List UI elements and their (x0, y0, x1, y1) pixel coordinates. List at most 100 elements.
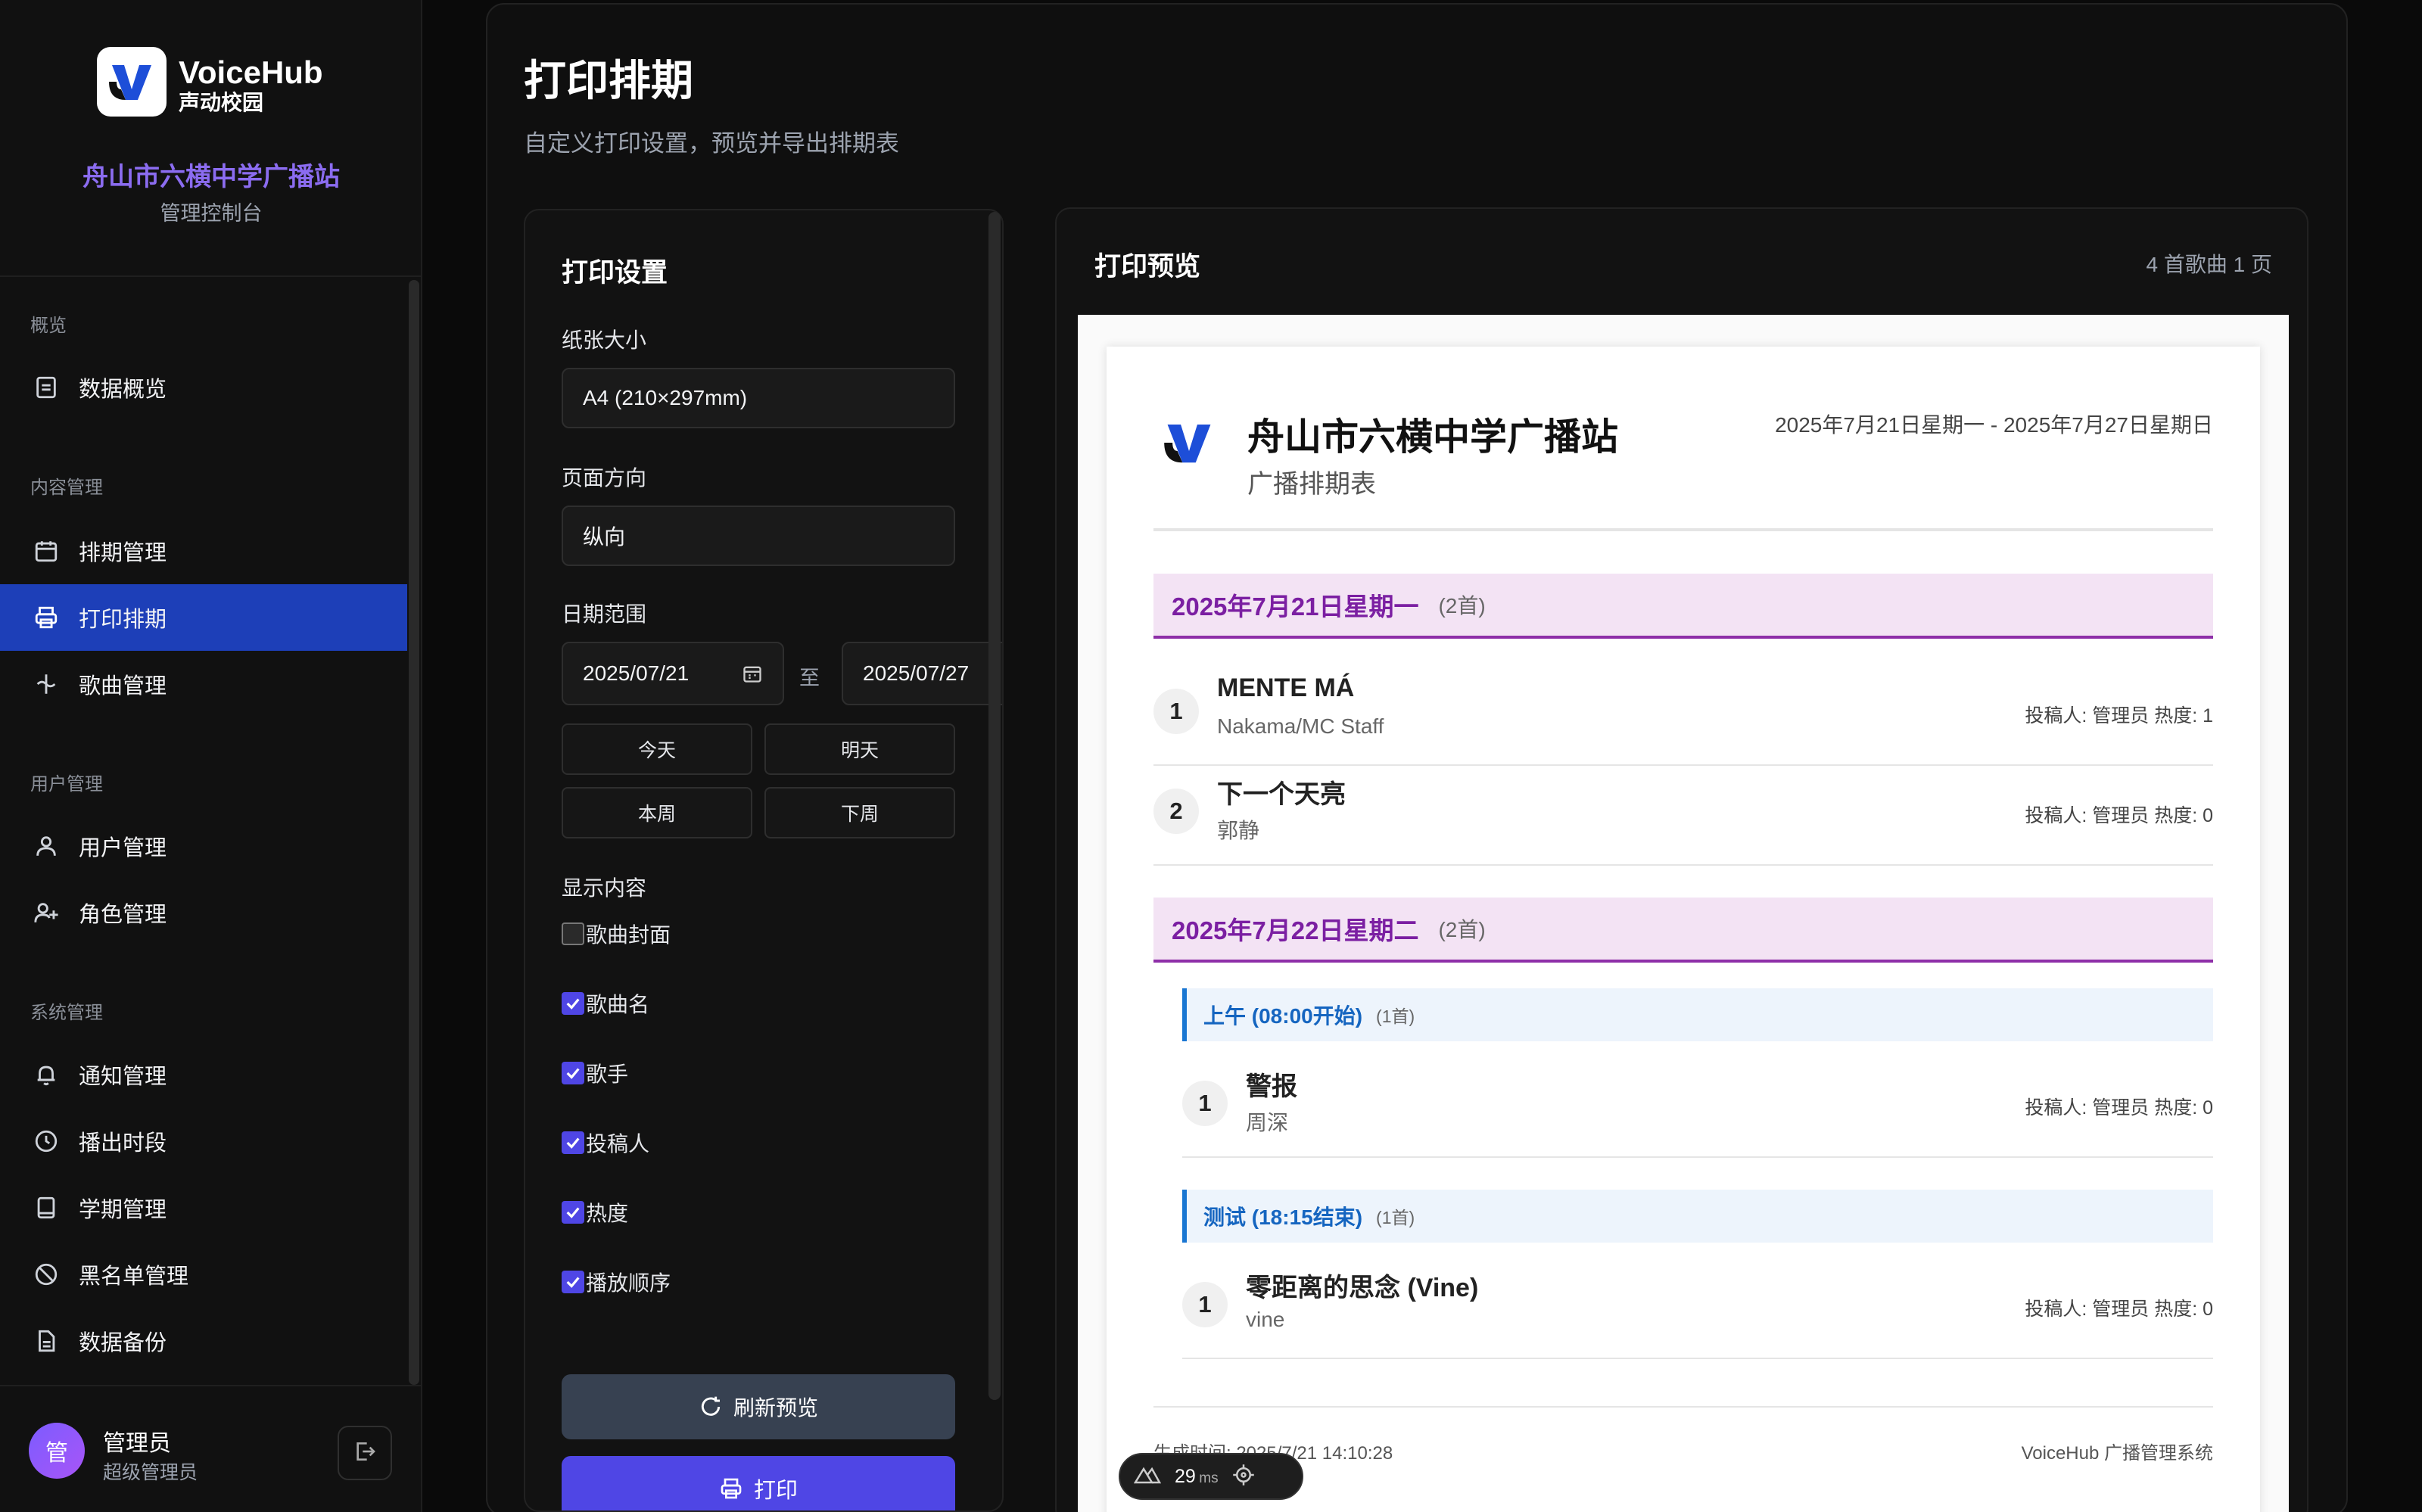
user-plus-icon (32, 898, 61, 927)
nav-label: 通知管理 (79, 1065, 167, 1089)
perf-badge[interactable]: 29 ms (1119, 1453, 1303, 1500)
print-paper: 舟山市六横中学广播站 广播排期表 2025年7月21日星期一 - 2025年7月… (1107, 347, 2260, 1512)
file-icon (32, 1327, 61, 1355)
calendar-icon[interactable] (742, 663, 763, 689)
logo (97, 47, 167, 117)
paper-logo-icon (1163, 416, 1216, 469)
option-label: 播放顺序 (586, 1271, 671, 1295)
option-artist[interactable]: 歌手 (562, 1058, 628, 1088)
nav-item-print[interactable]: 打印排期 (0, 584, 407, 651)
paper-size-select[interactable]: A4 (210×297mm) (562, 368, 955, 428)
crosshair-icon[interactable] (1232, 1464, 1255, 1490)
nav-label: 打印排期 (79, 608, 167, 632)
checkbox-checked[interactable] (562, 992, 584, 1015)
option-play-order[interactable]: 播放顺序 (562, 1267, 671, 1297)
printer-icon (719, 1476, 743, 1501)
song-meta: 投稿人: 管理员 热度: 0 (2025, 1299, 2213, 1320)
song-number: 1 (1182, 1282, 1228, 1327)
printer-icon (32, 603, 61, 632)
paper-subtitle: 广播排期表 (1247, 470, 1376, 499)
checkbox-checked[interactable] (562, 1062, 584, 1084)
sidebar-scrollbar[interactable] (409, 280, 419, 1385)
quick-next-week-button[interactable]: 下周 (764, 787, 955, 838)
timeslot-header: 测试 (18:15结束) (1首) (1182, 1190, 2213, 1243)
quick-this-week-button[interactable]: 本周 (562, 787, 752, 838)
song-artist: vine (1246, 1308, 1285, 1331)
song-title: 零距离的思念 (Vine) (1246, 1274, 1479, 1302)
brand-header: VoiceHub 声动校园 舟山市六横中学广播站 管理控制台 (0, 0, 421, 277)
day-date: 2025年7月22日星期二 (1172, 916, 1419, 944)
nav-section-overview: 概览 (30, 316, 67, 336)
checkbox-checked[interactable] (562, 1201, 584, 1224)
date-from-input[interactable]: 2025/07/21 (562, 642, 784, 705)
timeslot-header: 上午 (08:00开始) (1首) (1182, 988, 2213, 1041)
user-icon (32, 832, 61, 860)
nav-item-blacklist[interactable]: 黑名单管理 (0, 1241, 407, 1308)
checkbox-checked[interactable] (562, 1131, 584, 1154)
option-label: 歌曲名 (586, 993, 650, 1016)
nav-item-overview[interactable]: 数据概览 (0, 354, 407, 421)
quick-today-button[interactable]: 今天 (562, 723, 752, 775)
option-popularity[interactable]: 热度 (562, 1197, 628, 1227)
option-submitter[interactable]: 投稿人 (562, 1128, 649, 1158)
song-row: 1 警报 周深 投稿人: 管理员 热度: 0 (1182, 1059, 2213, 1158)
nav-item-schedule[interactable]: 排期管理 (0, 518, 407, 584)
perf-value: 29 (1175, 1465, 1196, 1487)
nav-item-roles[interactable]: 角色管理 (0, 879, 407, 946)
page-description: 自定义打印设置，预览并导出排期表 (524, 130, 899, 157)
nav-label: 用户管理 (79, 836, 167, 860)
music-icon (32, 670, 61, 698)
song-number: 2 (1153, 789, 1199, 834)
timeslot-count: (1首) (1376, 1208, 1415, 1227)
paper-station-name: 舟山市六横中学广播站 (1247, 417, 1619, 458)
user-role: 超级管理员 (103, 1462, 198, 1483)
user-name: 管理员 (103, 1431, 171, 1456)
checkbox-unchecked[interactable] (562, 922, 584, 945)
nav-item-users[interactable]: 用户管理 (0, 813, 407, 879)
print-button[interactable]: 打印 (562, 1456, 955, 1510)
day-count: (2首) (1438, 594, 1486, 618)
nav-label: 播出时段 (79, 1131, 167, 1156)
quick-tomorrow-button[interactable]: 明天 (764, 723, 955, 775)
nav-label: 排期管理 (79, 541, 167, 565)
orientation-select[interactable]: 纵向 (562, 506, 955, 566)
option-cover[interactable]: 歌曲封面 (562, 919, 671, 949)
option-song-name[interactable]: 歌曲名 (562, 988, 649, 1019)
song-row: 1 MENTE MÁ Nakama/MC Staff 投稿人: 管理员 热度: … (1153, 667, 2213, 766)
user-panel: 管 管理员 超级管理员 (0, 1385, 422, 1512)
nav-item-timeslots[interactable]: 播出时段 (0, 1108, 407, 1174)
song-title: 下一个天亮 (1217, 780, 1346, 809)
divider (1153, 528, 2213, 531)
song-title: 警报 (1246, 1072, 1297, 1101)
nav-label: 黑名单管理 (79, 1265, 189, 1289)
song-number: 1 (1153, 689, 1199, 734)
print-label: 打印 (753, 1479, 798, 1503)
nav-label: 学期管理 (79, 1198, 167, 1222)
logout-icon (353, 1439, 377, 1467)
nav-label: 角色管理 (79, 903, 167, 927)
print-settings-panel: 打印设置 纸张大小 A4 (210×297mm) 页面方向 纵向 日期范围 20… (524, 209, 1004, 1512)
nav-item-songs[interactable]: 歌曲管理 (0, 651, 407, 717)
sidebar: VoiceHub 声动校园 舟山市六横中学广播站 管理控制台 概览 数据概览 内… (0, 0, 422, 1512)
book-icon (32, 1193, 61, 1222)
ban-icon (32, 1260, 61, 1289)
avatar[interactable]: 管 (29, 1423, 85, 1479)
settings-scrollbar[interactable] (988, 212, 1001, 1400)
song-meta: 投稿人: 管理员 热度: 0 (2025, 805, 2213, 826)
nav-label: 数据概览 (79, 378, 167, 402)
nav-section-users: 用户管理 (30, 774, 103, 795)
day-date: 2025年7月21日星期一 (1172, 593, 1419, 621)
day-count: (2首) (1438, 918, 1486, 941)
paper-date-range: 2025年7月21日星期一 - 2025年7月27日星期日 (1775, 413, 2213, 437)
logout-button[interactable] (338, 1426, 392, 1480)
date-to-value: 2025/07/27 (863, 661, 970, 685)
option-label: 热度 (586, 1202, 629, 1225)
refresh-preview-button[interactable]: 刷新预览 (562, 1374, 955, 1439)
nav-item-backup[interactable]: 数据备份 (0, 1308, 407, 1374)
date-to-input[interactable]: 2025/07/27 (842, 642, 1002, 705)
nav-item-notifications[interactable]: 通知管理 (0, 1041, 407, 1108)
checkbox-checked[interactable] (562, 1271, 584, 1293)
nav-item-semesters[interactable]: 学期管理 (0, 1174, 407, 1241)
bell-icon (32, 1060, 61, 1089)
option-label: 歌手 (586, 1062, 629, 1086)
